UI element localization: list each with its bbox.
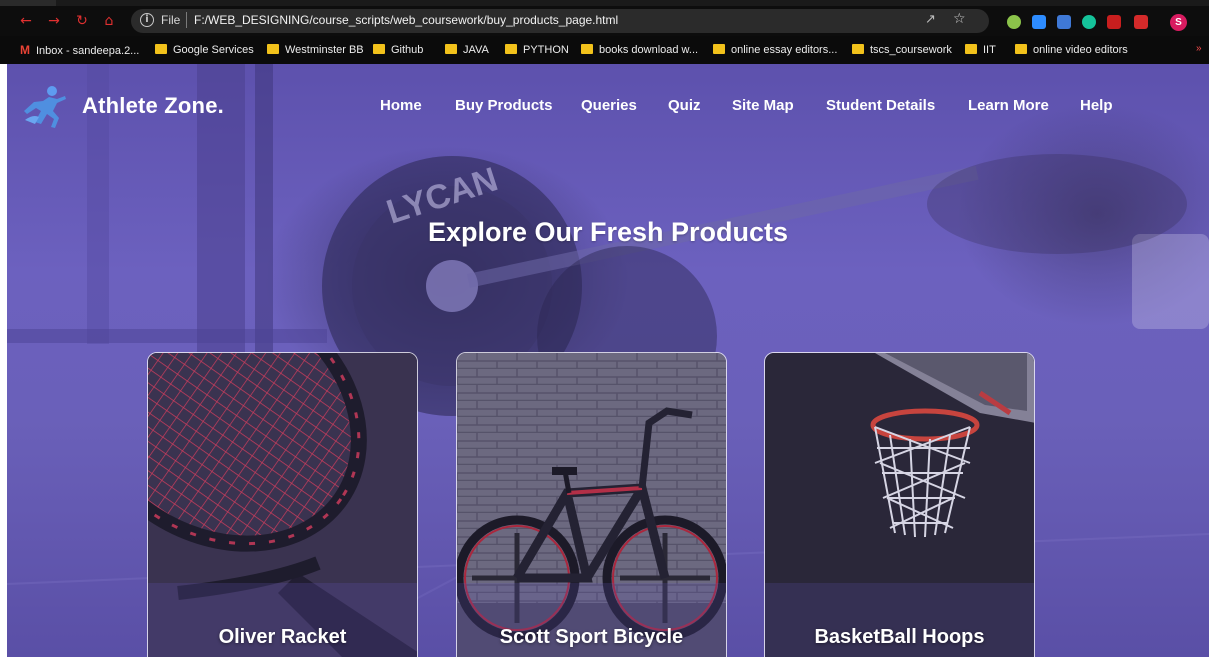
reload-icon[interactable]: ↻ <box>74 13 90 29</box>
product-card-scott-sport-bicycle[interactable]: Scott Sport Bicycle <box>456 352 727 657</box>
bookmark-item[interactable]: Google Services <box>155 43 254 59</box>
folder-icon <box>267 44 279 54</box>
bicycle-image <box>457 353 726 657</box>
bookmark-item[interactable]: Github <box>373 43 423 59</box>
bookmark-item[interactable]: IIT <box>965 43 996 59</box>
folder-icon <box>713 44 725 54</box>
brand-name[interactable]: Athlete Zone. <box>82 93 224 119</box>
zoom-icon[interactable] <box>1032 15 1046 29</box>
product-name: BasketBall Hoops <box>814 626 985 648</box>
folder-icon <box>581 44 593 54</box>
product-name: Scott Sport Bicycle <box>499 626 684 648</box>
folder-icon <box>373 44 385 54</box>
bookmark-item[interactable]: M Inbox - sandeepa.2... <box>20 43 139 59</box>
basketball-hoop-image <box>765 353 1034 657</box>
bookmarks-bar: M Inbox - sandeepa.2... Google Services W… <box>0 36 1209 64</box>
grammar-check-icon[interactable] <box>1082 15 1096 29</box>
runner-logo-icon[interactable] <box>19 84 69 130</box>
forward-icon[interactable]: → <box>46 13 62 29</box>
nav-buy-products[interactable]: Buy Products <box>455 97 553 114</box>
product-card-oliver-racket[interactable]: Oliver Racket <box>147 352 418 657</box>
racket-image <box>148 353 417 657</box>
screen-capture-icon[interactable] <box>1057 15 1071 29</box>
info-icon[interactable]: i <box>140 13 154 27</box>
url-scheme: File <box>161 13 181 27</box>
back-icon[interactable]: ← <box>18 13 34 29</box>
folder-icon <box>445 44 457 54</box>
bookmark-item[interactable]: Westminster BB <box>267 43 364 59</box>
adblock-icon[interactable] <box>1107 15 1121 29</box>
nav-queries[interactable]: Queries <box>581 97 637 114</box>
gmail-icon: M <box>20 43 30 57</box>
folder-icon <box>1015 44 1027 54</box>
share-icon[interactable]: ↗ <box>925 12 936 27</box>
home-icon[interactable]: ⌂ <box>101 13 117 29</box>
nav-help[interactable]: Help <box>1080 97 1113 114</box>
folder-icon <box>965 44 977 54</box>
bookmark-item[interactable]: books download w... <box>581 43 698 59</box>
nav-site-map[interactable]: Site Map <box>732 97 794 114</box>
extension-red-icon[interactable] <box>1134 15 1148 29</box>
address-bar[interactable]: i File F:/WEB_DESIGNING/course_scripts/w… <box>131 9 989 33</box>
nav-quiz[interactable]: Quiz <box>668 97 701 114</box>
product-card-basketball-hoops[interactable]: BasketBall Hoops <box>764 352 1035 657</box>
folder-icon <box>852 44 864 54</box>
folder-icon <box>155 44 167 54</box>
grammarly-icon[interactable] <box>1007 15 1021 29</box>
nav-home[interactable]: Home <box>380 97 422 114</box>
product-name: Oliver Racket <box>218 626 347 648</box>
bookmark-item[interactable]: PYTHON <box>505 43 569 59</box>
bookmark-item[interactable]: online video editors <box>1015 43 1128 59</box>
bookmark-star-icon[interactable]: ☆ <box>953 11 966 27</box>
bookmark-item[interactable]: JAVA <box>445 43 489 59</box>
browser-chrome: ← → ↻ ⌂ i File F:/WEB_DESIGNING/course_s… <box>0 0 1209 64</box>
nav-student-details[interactable]: Student Details <box>826 97 935 114</box>
profile-avatar[interactable]: S <box>1170 14 1187 31</box>
url-separator <box>186 12 187 28</box>
bookmark-item[interactable]: tscs_coursework <box>852 43 952 59</box>
url-text[interactable]: F:/WEB_DESIGNING/course_scripts/web_cour… <box>194 13 618 27</box>
browser-toolbar: ← → ↻ ⌂ i File F:/WEB_DESIGNING/course_s… <box>0 6 1209 36</box>
folder-icon <box>505 44 517 54</box>
more-bookmarks-icon[interactable]: » <box>1196 43 1202 54</box>
page-title: Explore Our Fresh Products <box>427 217 789 247</box>
bookmark-item[interactable]: online essay editors... <box>713 43 837 59</box>
nav-learn-more[interactable]: Learn More <box>968 97 1049 114</box>
page-viewport: LYCAN Athlete Zone. Home Buy Products Qu… <box>7 64 1209 657</box>
